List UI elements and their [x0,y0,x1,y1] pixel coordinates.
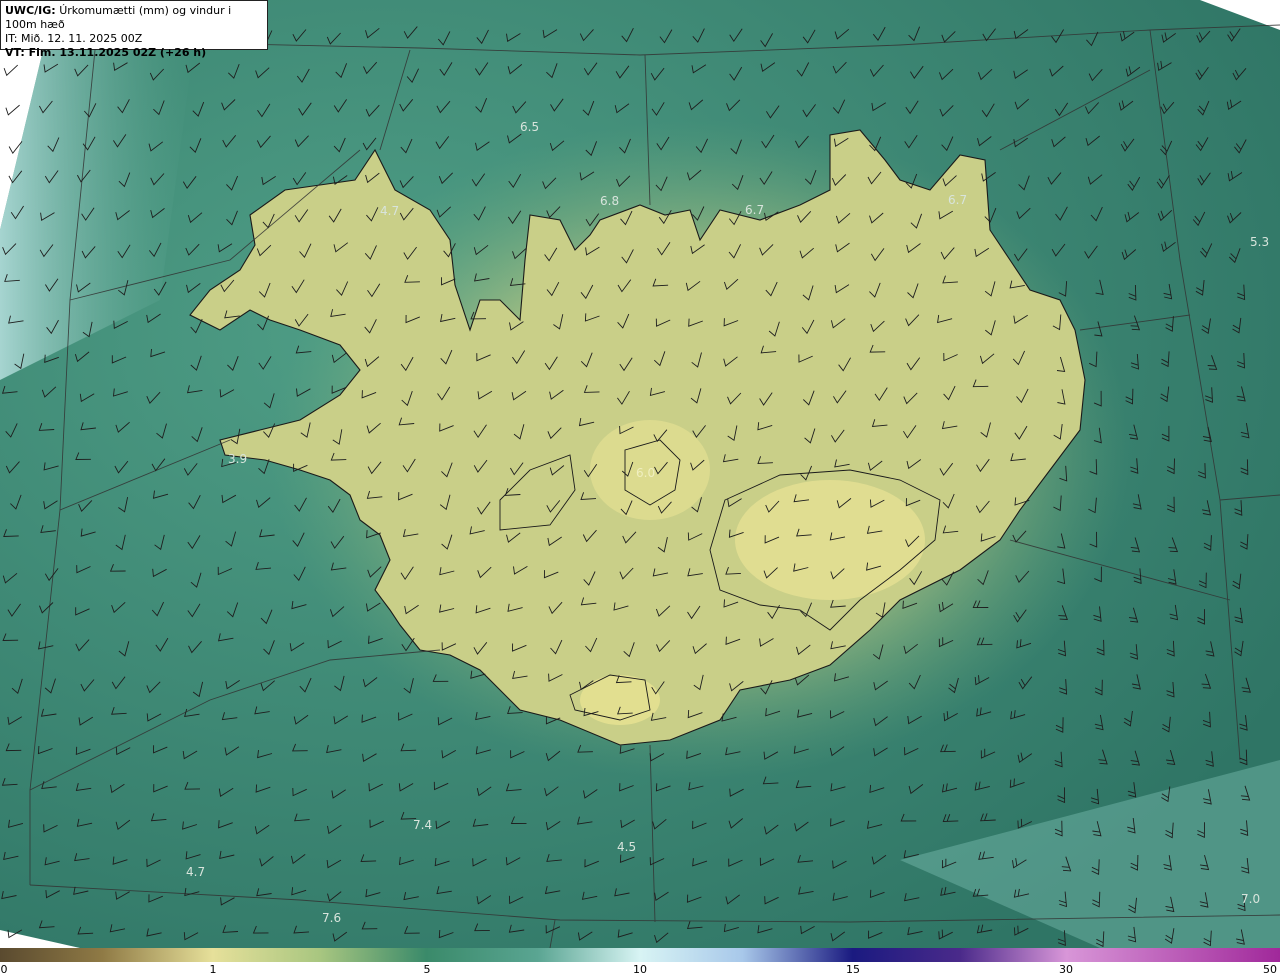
value-5-3: 5.3 [1250,235,1269,249]
colorbar-tick-0: 0 [0,963,8,976]
forecast-map: 6.5 4.7 6.8 6.7 6.7 5.3 3.9 6.0 7.4 4.5 … [0,0,1280,962]
value-6-7-n: 6.7 [745,203,764,217]
colorbar-tick-1: 1 [209,963,217,976]
value-6-7-ne: 6.7 [948,193,967,207]
map-title-box: UWC/IG: Úrkomumætti (mm) og vindur i 100… [0,0,268,59]
init-time: IT: Mið. 12. 11. 2025 00Z [5,32,143,45]
colorbar [0,948,1280,962]
colorbar-tick-5: 5 [423,963,431,976]
value-7-6: 7.6 [322,911,341,925]
colorbar-tick-10: 10 [633,963,647,976]
colorbar-tick-30: 30 [1059,963,1073,976]
value-4-5: 4.5 [617,840,636,854]
value-6-0: 6.0 [636,466,655,480]
colorbar-tick-15: 15 [846,963,860,976]
value-6-5: 6.5 [520,120,539,134]
value-7-0: 7.0 [1241,892,1260,906]
value-3-9: 3.9 [228,452,247,466]
colorbar-tick-50: 50 [1263,963,1277,976]
model-label: UWC/IG: [5,4,56,17]
value-4-7-nw: 4.7 [380,204,399,218]
valid-time: VT: Fim. 13.11.2025 02Z (+26 h) [5,46,207,59]
value-4-7-sw: 4.7 [186,865,205,879]
value-6-8: 6.8 [600,194,619,208]
value-7-4: 7.4 [413,818,432,832]
